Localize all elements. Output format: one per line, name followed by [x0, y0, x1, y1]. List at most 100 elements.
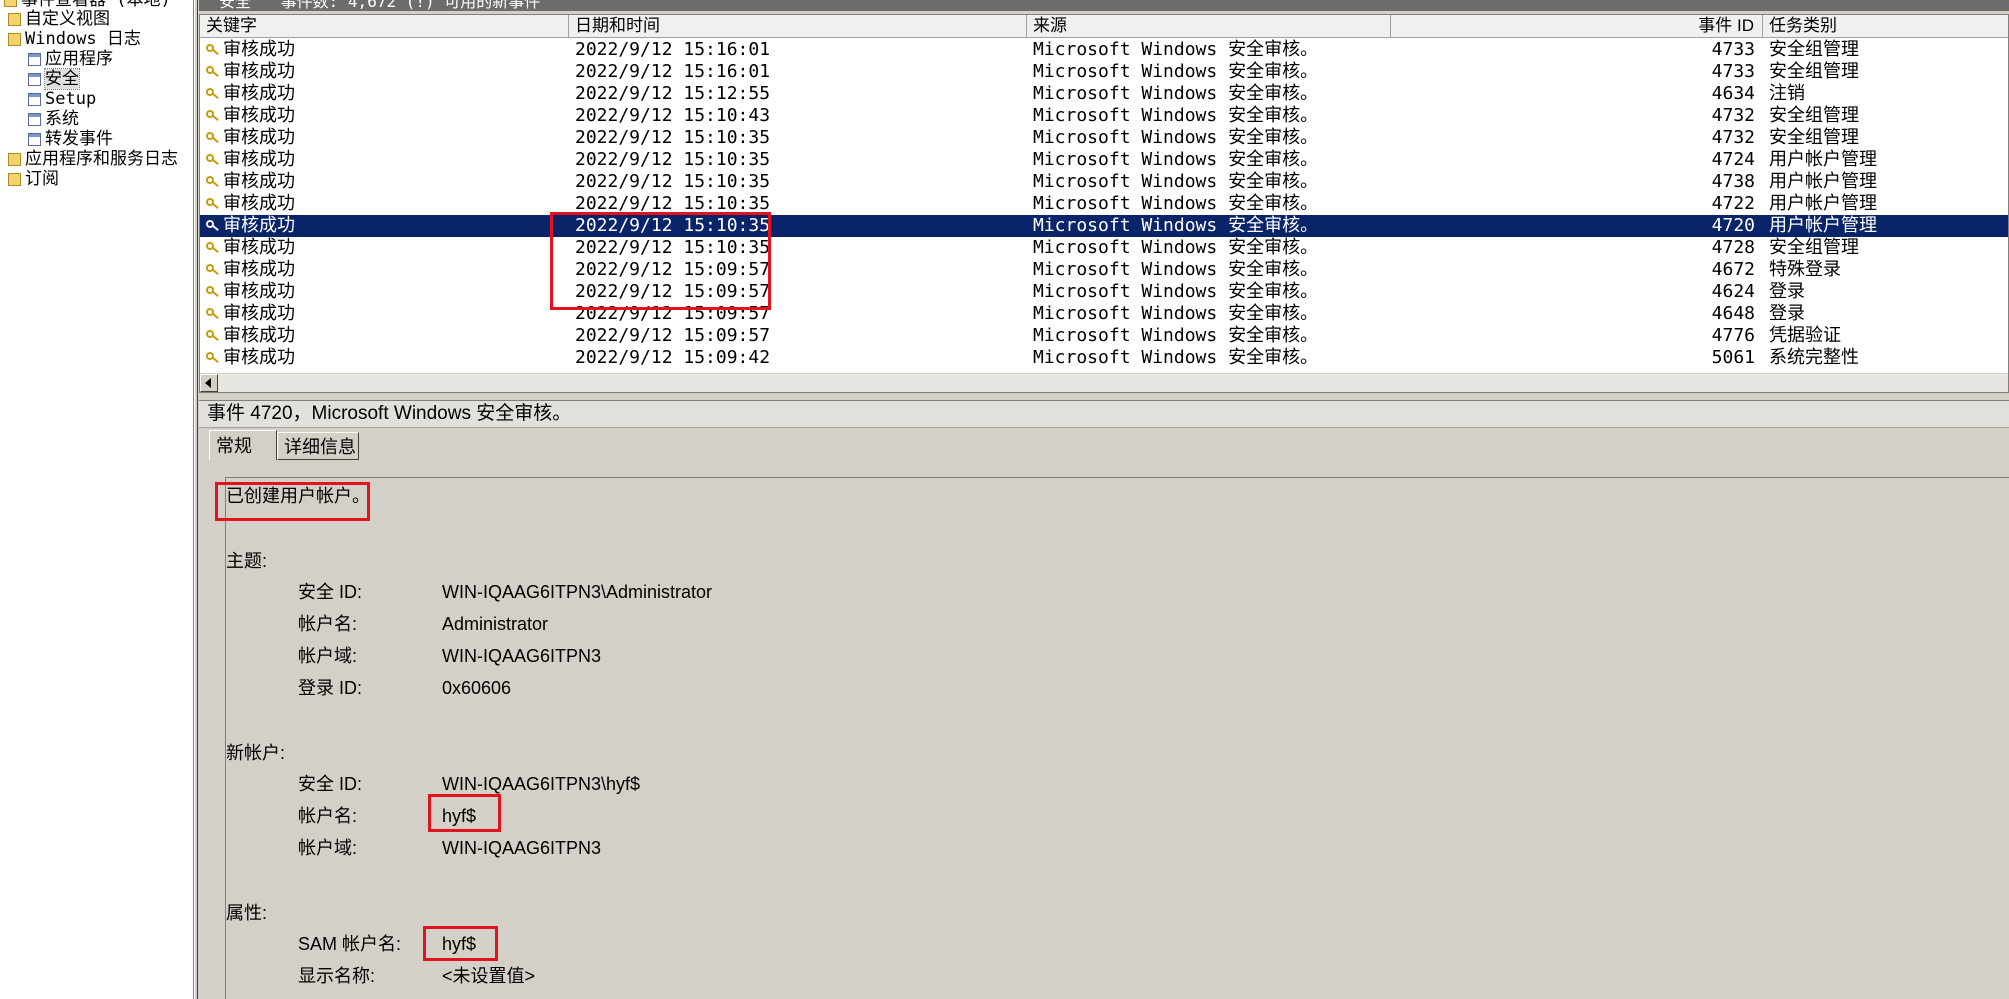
- event-task-category: 凭据验证: [1769, 325, 1841, 346]
- event-keyword: 审核成功: [223, 259, 295, 280]
- event-task-category: 安全组管理: [1769, 39, 1859, 60]
- attributes-heading: 属性:: [226, 903, 268, 923]
- event-datetime: 2022/9/12 15:10:35: [575, 171, 771, 192]
- tree-item-subscriptions[interactable]: 订阅: [8, 169, 59, 189]
- event-keyword: 审核成功: [223, 127, 295, 148]
- column-task-category[interactable]: 任务类别: [1763, 15, 2008, 37]
- audit-key-icon: [206, 153, 219, 167]
- sam-account-name-label: SAM 帐户名:: [298, 934, 402, 954]
- event-id: 4624: [1711, 281, 1755, 302]
- event-source: Microsoft Windows 安全审核。: [1033, 61, 1319, 82]
- event-source: Microsoft Windows 安全审核。: [1033, 303, 1319, 324]
- event-keyword: 审核成功: [223, 105, 295, 126]
- event-row[interactable]: 审核成功 2022/9/12 15:10:35 Microsoft Windows …: [200, 149, 2008, 171]
- scroll-left-arrow-icon[interactable]: [200, 374, 218, 392]
- horizontal-scrollbar[interactable]: [200, 373, 2008, 392]
- event-id: 4648: [1711, 303, 1755, 324]
- subject-domain-label: 帐户域:: [298, 646, 358, 666]
- event-source: Microsoft Windows 安全审核。: [1033, 281, 1319, 302]
- event-source: Microsoft Windows 安全审核。: [1033, 105, 1319, 126]
- event-keyword: 审核成功: [223, 281, 295, 302]
- new-account-name-label: 帐户名:: [298, 806, 358, 826]
- event-task-category: 用户帐户管理: [1769, 215, 1877, 236]
- event-source: Microsoft Windows 安全审核。: [1033, 171, 1319, 192]
- new-account-heading: 新帐户:: [226, 743, 286, 763]
- column-keyword[interactable]: 关键字: [200, 15, 569, 37]
- event-id: 4733: [1711, 39, 1755, 60]
- tab-details[interactable]: 详细信息: [277, 432, 359, 460]
- event-row[interactable]: 审核成功 2022/9/12 15:16:01 Microsoft Windows …: [200, 61, 2008, 83]
- event-row[interactable]: 审核成功 2022/9/12 15:10:35 Microsoft Windows …: [200, 127, 2008, 149]
- tab-general[interactable]: 常规: [209, 430, 277, 460]
- tree-item-windows-logs[interactable]: Windows 日志: [8, 29, 141, 49]
- log-icon: [28, 132, 41, 146]
- folder-icon: [8, 12, 21, 26]
- navigation-tree[interactable]: 事件查看器 (本地) 自定义视图 Windows 日志 应用程序 安全 Setu…: [0, 0, 194, 999]
- subject-logon-id-value: 0x60606: [442, 678, 512, 698]
- tree-item-setup[interactable]: Setup: [28, 89, 96, 109]
- subject-account-name-value: Administrator: [442, 614, 549, 634]
- event-source: Microsoft Windows 安全审核。: [1033, 215, 1319, 236]
- event-source: Microsoft Windows 安全审核。: [1033, 347, 1319, 368]
- event-row[interactable]: 审核成功 2022/9/12 15:09:57 Microsoft Windows …: [200, 281, 2008, 303]
- event-source: Microsoft Windows 安全审核。: [1033, 149, 1319, 170]
- event-row[interactable]: 审核成功 2022/9/12 15:10:35 Microsoft Windows …: [200, 193, 2008, 215]
- tree-item-app-service-logs[interactable]: 应用程序和服务日志: [8, 149, 178, 169]
- new-account-sid-label: 安全 ID:: [298, 774, 363, 794]
- event-source: Microsoft Windows 安全审核。: [1033, 325, 1319, 346]
- event-list[interactable]: 关键字 日期和时间 来源 事件 ID 任务类别 审核成功 2022/9/12 15…: [199, 14, 2009, 393]
- event-task-category: 安全组管理: [1769, 105, 1859, 126]
- column-datetime[interactable]: 日期和时间: [569, 15, 1027, 37]
- event-datetime: 2022/9/12 15:12:55: [575, 83, 771, 104]
- vertical-splitter[interactable]: [194, 0, 198, 999]
- event-id: 4732: [1711, 127, 1755, 148]
- event-row[interactable]: 审核成功 2022/9/12 15:09:57 Microsoft Windows …: [200, 303, 2008, 325]
- tree-item-application[interactable]: 应用程序: [28, 49, 113, 69]
- event-task-category: 用户帐户管理: [1769, 149, 1877, 170]
- event-task-category: 登录: [1769, 281, 1805, 302]
- tree-item-security[interactable]: 安全: [28, 68, 80, 90]
- event-keyword: 审核成功: [223, 303, 295, 324]
- event-count: 事件数: 4,672 (!) 可用的新事件: [280, 0, 541, 11]
- event-task-category: 系统完整性: [1769, 347, 1859, 368]
- event-row[interactable]: 审核成功 2022/9/12 15:09:57 Microsoft Windows …: [200, 325, 2008, 347]
- event-keyword: 审核成功: [223, 149, 295, 170]
- tree-item-forwarded-events[interactable]: 转发事件: [28, 129, 113, 149]
- event-row[interactable]: 审核成功 2022/9/12 15:10:35 Microsoft Windows …: [200, 215, 2008, 237]
- column-source[interactable]: 来源: [1027, 15, 1391, 37]
- tree-item-system[interactable]: 系统: [28, 109, 79, 129]
- event-task-category: 登录: [1769, 303, 1805, 324]
- event-id: 4724: [1711, 149, 1755, 170]
- event-row[interactable]: 审核成功 2022/9/12 15:10:35 Microsoft Windows …: [200, 171, 2008, 193]
- log-icon: [28, 52, 41, 66]
- event-datetime: 2022/9/12 15:10:35: [575, 127, 771, 148]
- column-event-id[interactable]: 事件 ID: [1391, 15, 1763, 37]
- event-source: Microsoft Windows 安全审核。: [1033, 127, 1319, 148]
- event-source: Microsoft Windows 安全审核。: [1033, 39, 1319, 60]
- audit-key-icon: [206, 307, 219, 321]
- event-row[interactable]: 审核成功 2022/9/12 15:09:57 Microsoft Windows …: [200, 259, 2008, 281]
- subject-sid-value: WIN-IQAAG6ITPN3\Administrator: [442, 582, 713, 602]
- subject-logon-id-label: 登录 ID:: [298, 678, 363, 698]
- tree-item-custom-views[interactable]: 自定义视图: [8, 9, 110, 29]
- log-name: 安全: [219, 0, 252, 11]
- display-name-label: 显示名称:: [298, 966, 376, 986]
- event-row[interactable]: 审核成功 2022/9/12 15:10:35 Microsoft Windows …: [200, 237, 2008, 259]
- event-row[interactable]: 审核成功 2022/9/12 15:09:42 Microsoft Windows …: [200, 347, 2008, 369]
- event-id: 4634: [1711, 83, 1755, 104]
- subject-heading: 主题:: [226, 551, 268, 571]
- event-row[interactable]: 审核成功 2022/9/12 15:12:55 Microsoft Windows …: [200, 83, 2008, 105]
- event-id: 4738: [1711, 171, 1755, 192]
- audit-key-icon: [206, 175, 219, 189]
- event-row[interactable]: 审核成功 2022/9/12 15:16:01 Microsoft Windows …: [200, 39, 2008, 61]
- event-task-category: 安全组管理: [1769, 61, 1859, 82]
- event-row[interactable]: 审核成功 2022/9/12 15:10:43 Microsoft Windows …: [200, 105, 2008, 127]
- event-id: 4728: [1711, 237, 1755, 258]
- event-id: 4672: [1711, 259, 1755, 280]
- event-task-category: 安全组管理: [1769, 237, 1859, 258]
- event-datetime: 2022/9/12 15:10:35: [575, 193, 771, 214]
- audit-key-icon: [206, 219, 219, 233]
- log-icon: [28, 112, 41, 126]
- event-keyword: 审核成功: [223, 61, 295, 82]
- event-datetime: 2022/9/12 15:16:01: [575, 61, 771, 82]
